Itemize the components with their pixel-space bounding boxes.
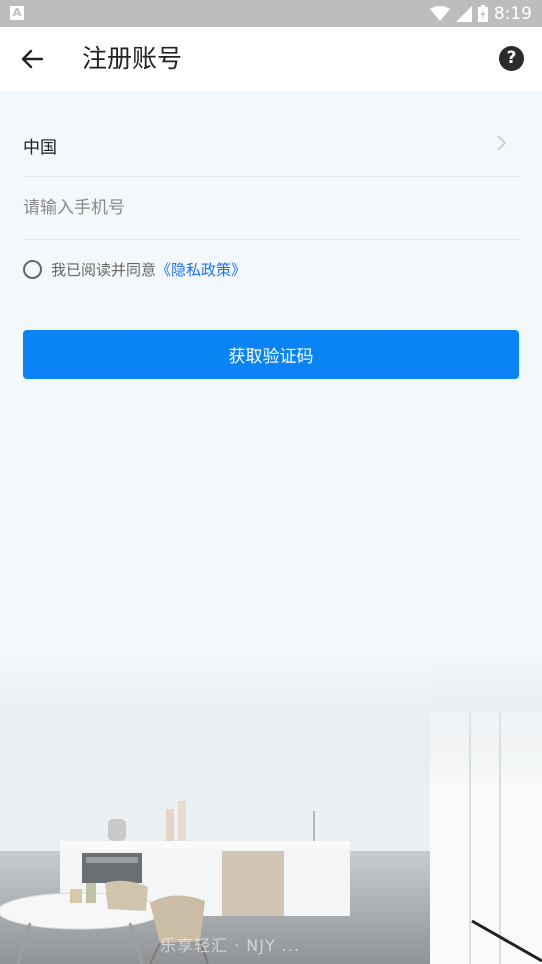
battery-icon [477,5,488,22]
back-button[interactable] [14,41,50,77]
privacy-policy-link[interactable]: 《隐私政策》 [156,259,246,280]
question-mark-icon: ? [506,48,517,68]
country-label: 中国 [23,138,57,158]
content: 中国 我已阅读并同意 《隐私政策》 获取验证码 [0,91,542,964]
agree-text: 我已阅读并同意 [51,260,157,279]
arrow-left-icon [21,49,43,69]
status-time: 8:19 [493,3,532,24]
wifi-icon [429,5,450,21]
agree-radio[interactable] [23,259,42,279]
phone-row [23,176,519,240]
app-bar: 注册账号 ? [0,27,542,91]
app-notification-icon: A [10,6,24,20]
page-title: 注册账号 [82,44,183,73]
signal-icon [455,5,472,22]
status-icons: 8:19 [429,0,532,27]
watermark-text: 乐享轻汇 · NJY ... [160,936,301,955]
privacy-agreement: 我已阅读并同意 《隐私政策》 [23,257,246,281]
background-kitchen-image [0,651,542,964]
chevron-right-icon [497,135,507,151]
country-selector[interactable]: 中国 [23,113,519,177]
get-verification-code-button[interactable]: 获取验证码 [23,330,519,379]
status-bar: A 8:19 [0,0,542,27]
help-button[interactable]: ? [499,46,524,71]
phone-input[interactable] [23,188,503,228]
